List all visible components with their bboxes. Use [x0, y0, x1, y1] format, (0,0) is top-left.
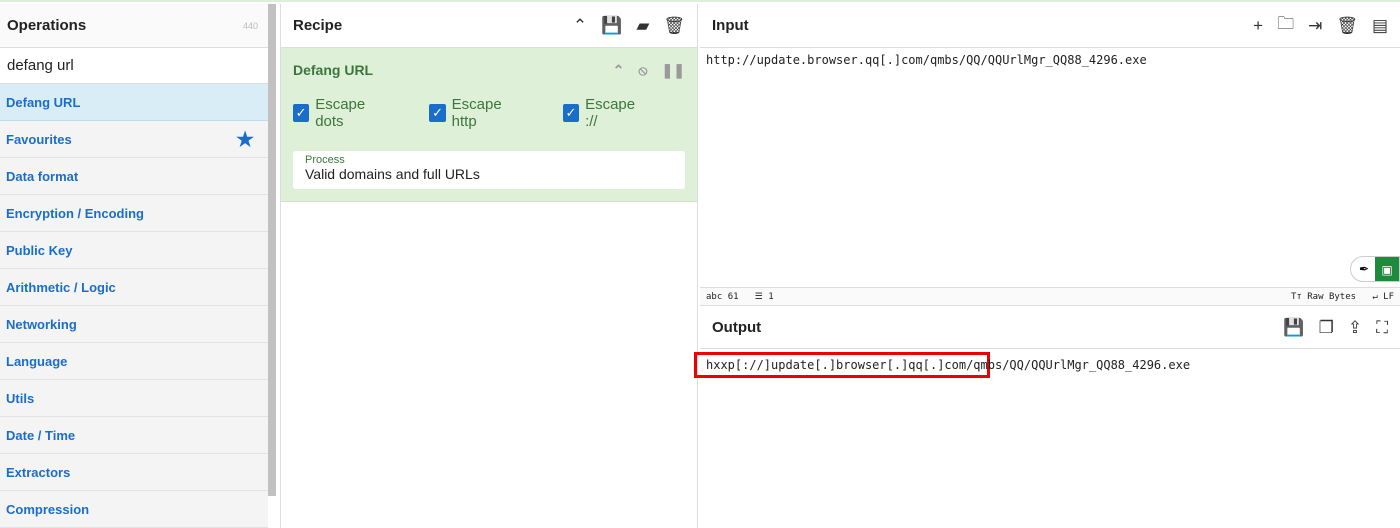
operation-category-item[interactable]: Networking: [0, 306, 268, 343]
process-value: Valid domains and full URLs: [305, 166, 480, 182]
operation-category-item[interactable]: Date / Time: [0, 417, 268, 454]
operation-category-item[interactable]: Language: [0, 343, 268, 380]
chef-badge[interactable]: ✒ ▣: [1350, 256, 1400, 282]
item-label: Extractors: [6, 464, 71, 480]
recipe-operation: Defang URL ⌃ ⦸ ❚❚ ✓ Escape dots ✓ Escape http…: [281, 48, 697, 202]
eol-label[interactable]: LF: [1383, 292, 1394, 302]
checkbox-icon: ✓: [562, 104, 580, 122]
lines-icon: ☰: [754, 291, 769, 302]
checkbox-label: Escape ://: [585, 96, 636, 130]
checkbox-label: Escape http: [451, 96, 502, 130]
char-count: 61: [727, 291, 739, 302]
escape-http-checkbox[interactable]: ✓ Escape http: [429, 96, 522, 130]
replace-input-icon[interactable]: ⇪: [1348, 318, 1362, 338]
save-icon[interactable]: 💾: [1283, 318, 1304, 338]
operation-name: Defang URL: [293, 62, 374, 78]
collapse-icon[interactable]: ⌃: [573, 16, 587, 36]
operation-category-item[interactable]: Extractors: [0, 454, 268, 491]
disable-icon[interactable]: ⦸: [638, 62, 647, 79]
output-text[interactable]: hxxp[://]update[.]browser[.]qq[.]com/qmb…: [694, 352, 1190, 378]
trash-icon[interactable]: 🗑: [663, 16, 685, 36]
item-label: Networking: [6, 316, 77, 332]
encoding-icon[interactable]: Tт: [1291, 292, 1307, 302]
operation-category-item[interactable]: Public Key: [0, 232, 268, 269]
save-icon[interactable]: 💾: [601, 16, 622, 36]
item-label: Data format: [6, 168, 79, 184]
item-label: Language: [6, 353, 68, 369]
input-title: Input: [712, 17, 749, 34]
item-label: Defang URL: [6, 94, 81, 110]
item-label: Favourites: [6, 131, 72, 147]
folder-icon[interactable]: ▰: [636, 16, 649, 36]
robot-icon: ▣: [1375, 257, 1399, 281]
operation-category-item[interactable]: Arithmetic / Logic: [0, 269, 268, 306]
operation-category-item[interactable]: Utils: [0, 380, 268, 417]
item-label: Date / Time: [6, 427, 76, 443]
process-select[interactable]: Process Valid domains and full URLs: [293, 151, 685, 189]
copy-icon[interactable]: ❐: [1319, 318, 1334, 338]
folder-icon[interactable]: 🗀: [1277, 11, 1294, 40]
recipe-title: Recipe: [293, 17, 343, 34]
checkbox-label: Escape dots: [315, 96, 366, 130]
operation-category-item[interactable]: Compression: [0, 491, 268, 528]
layout-icon[interactable]: ▤: [1372, 16, 1388, 36]
star-icon: ★: [236, 128, 254, 151]
add-icon[interactable]: +: [1253, 16, 1263, 36]
operations-search-input[interactable]: defang url: [0, 48, 268, 84]
line-count: 1: [768, 291, 774, 302]
eol-icon[interactable]: ↵: [1372, 292, 1383, 302]
operations-header: Operations 440: [0, 4, 268, 48]
item-label: Public Key: [6, 242, 73, 258]
item-label: Utils: [6, 390, 35, 406]
recipe-panel: Recipe ⌃ 💾 ▰ 🗑 Defang URL ⌃ ⦸ ❚❚ ✓ Escape dots …: [280, 4, 698, 528]
item-label: Arithmetic / Logic: [6, 279, 116, 295]
checkbox-icon: ✓: [429, 104, 446, 122]
operations-count: 440: [242, 20, 258, 31]
operations-panel: Operations 440 defang url Defang URL Favou…: [0, 4, 268, 528]
operation-category-item[interactable]: Defang URL: [0, 84, 268, 121]
maximize-icon[interactable]: ⛶: [1376, 318, 1388, 338]
operation-category-item[interactable]: Favourites ★: [0, 121, 268, 158]
operations-scrollbar[interactable]: [268, 4, 276, 496]
escape-dots-checkbox[interactable]: ✓ Escape dots: [293, 96, 389, 130]
collapse-icon[interactable]: ⌃: [613, 62, 625, 79]
operation-category-item[interactable]: Data format: [0, 158, 268, 195]
escape-protocol-checkbox[interactable]: ✓ Escape ://: [562, 96, 645, 130]
encoding-label[interactable]: Raw Bytes: [1307, 292, 1356, 302]
operation-category-item[interactable]: Encryption / Encoding: [0, 195, 268, 232]
chars-icon: abc: [706, 291, 728, 302]
pause-icon[interactable]: ❚❚: [662, 62, 685, 79]
trash-icon[interactable]: 🗑: [1336, 16, 1358, 36]
output-title: Output: [712, 319, 762, 336]
item-label: Encryption / Encoding: [6, 205, 144, 221]
input-status-bar: abc 61 ☰ 1 Tт Raw Bytes ↵ LF: [700, 287, 1400, 306]
feather-icon: ✒: [1359, 262, 1370, 276]
item-label: Compression: [6, 501, 90, 517]
checkbox-icon: ✓: [293, 104, 310, 122]
io-panel: Input + 🗀 ⇥ 🗑 ▤ http://update.browser.qq[.]c…: [694, 4, 1400, 528]
operations-title: Operations: [7, 17, 87, 34]
process-label: Process: [305, 154, 345, 166]
open-file-icon[interactable]: ⇥: [1308, 16, 1322, 36]
input-textarea[interactable]: http://update.browser.qq[.]com/qmbs/QQ/Q…: [700, 48, 1400, 72]
